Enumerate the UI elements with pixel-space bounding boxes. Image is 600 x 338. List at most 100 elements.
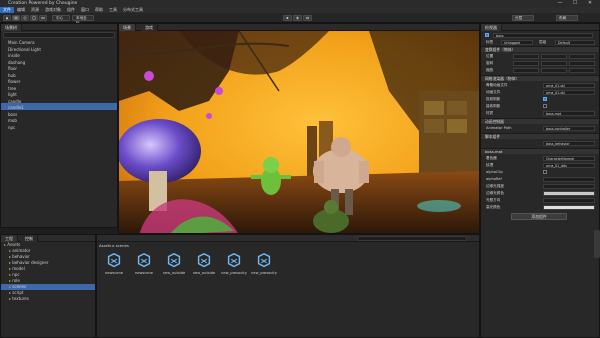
layers-dropdown[interactable]: 分层 — [512, 15, 534, 21]
project-tree-label: Assets — [7, 242, 21, 247]
asset-item[interactable]: new_outside — [190, 252, 218, 280]
object-active-checkbox[interactable] — [485, 33, 489, 37]
asset-item[interactable]: new_presocity — [220, 252, 248, 280]
close-button[interactable]: ✕ — [584, 0, 596, 7]
pause-button[interactable] — [293, 15, 302, 21]
hand-icon — [6, 16, 8, 20]
tab-project[interactable]: 工程 — [1, 235, 18, 242]
rim-color-row: 边缘光颜色 — [481, 190, 599, 196]
window-scrollbar[interactable] — [594, 230, 600, 258]
breadcrumb-scenes[interactable]: scenes — [116, 243, 129, 248]
minimize-button[interactable]: — — [554, 0, 566, 7]
texture-label: 纹理 — [486, 163, 494, 167]
tab-console[interactable]: 控制 — [21, 235, 38, 242]
asset-item[interactable]: new_presocity — [250, 252, 278, 280]
hierarchy-item[interactable]: npc — [8, 125, 15, 132]
anim-file-field[interactable]: orna_01.skl — [543, 89, 595, 95]
maximize-button[interactable]: ☐ — [569, 0, 581, 7]
position-y-field[interactable] — [541, 53, 567, 59]
asset-item[interactable]: new_outside — [160, 252, 188, 280]
scale-y-field[interactable] — [541, 67, 567, 73]
object-name-field[interactable]: boss — [493, 32, 593, 38]
asset-item[interactable]: newscene — [100, 252, 128, 280]
spec-color-swatch[interactable] — [543, 204, 595, 210]
alpha-clip-row: alphaClip — [481, 169, 599, 175]
hierarchy-search-input[interactable] — [3, 32, 115, 38]
animator-section-header[interactable]: 动画控制器 — [481, 118, 599, 124]
rotation-row: 旋转 — [481, 60, 599, 66]
animator-path-row: Animator Path boss.controller — [481, 125, 599, 131]
alpha-clip-checkbox[interactable] — [543, 170, 547, 174]
position-z-field[interactable] — [569, 53, 595, 59]
spec-color-row: 高光颜色 — [481, 204, 599, 210]
rotation-z-field[interactable] — [569, 60, 595, 66]
scene-viewport[interactable] — [119, 31, 479, 233]
tag-dropdown[interactable]: Untagged — [501, 39, 533, 45]
tab-game[interactable]: 游戏 — [141, 24, 158, 31]
layer-dropdown[interactable]: Default — [555, 39, 595, 45]
texture-row: 纹理 orna_01_dds — [481, 162, 599, 168]
shader-dropdown[interactable]: CharacterNormal — [543, 155, 595, 161]
step-button[interactable] — [303, 15, 312, 21]
project-tree-item[interactable]: ▸ textures — [9, 296, 29, 302]
project-tree-label: behavior designer — [12, 260, 49, 265]
project-panel: 工程 控制 ▸ Assets ▸ animator ▸ behavior ▸ beha… — [0, 234, 96, 338]
script-section-header[interactable]: 脚本组件 — [481, 133, 599, 139]
cast-shadow-label: 投射阴影 — [486, 97, 501, 101]
scale-tool-button[interactable] — [30, 15, 38, 21]
scene-file-icon — [167, 252, 181, 268]
rotate-tool-button[interactable] — [21, 15, 29, 21]
cast-shadow-checkbox[interactable] — [543, 97, 547, 101]
material-field[interactable]: boss.mat — [543, 110, 595, 116]
receive-shadow-row: 接收阴影 — [481, 103, 599, 109]
add-component-button[interactable]: 添加组件 — [511, 213, 567, 220]
light-dir-field[interactable] — [543, 197, 595, 203]
position-x-field[interactable] — [513, 53, 539, 59]
alpha-ref-label: alphaRef — [486, 177, 502, 181]
layout-dropdown[interactable]: 布局 — [556, 15, 578, 21]
pause-icon — [296, 16, 299, 20]
project-tree-label: npc — [12, 272, 20, 277]
hand-tool-button[interactable] — [3, 15, 11, 21]
scale-row: 缩放 — [481, 67, 599, 73]
breadcrumb-assets[interactable]: Assets — [99, 243, 111, 248]
animator-path-field[interactable]: boss.controller — [543, 125, 595, 131]
anim-file-label: 动画文件 — [486, 90, 501, 94]
asset-item[interactable]: newscene — [130, 252, 158, 280]
rim-power-field[interactable] — [543, 183, 595, 189]
project-tree-label: textures — [12, 296, 29, 301]
mesh-renderer-section-header[interactable]: 网格渲染器（物体） — [481, 75, 599, 81]
tab-inspector[interactable]: 检视器 — [481, 24, 502, 31]
mesh-file-field[interactable]: orna_01.skl — [543, 82, 595, 88]
local-toggle[interactable]: 本地坐标 — [72, 15, 94, 25]
scale-label: 缩放 — [486, 68, 494, 72]
rim-color-swatch[interactable] — [543, 190, 595, 196]
texture-field[interactable]: orna_01_dds — [543, 162, 595, 168]
mesh-file-label: 骨骼动画文件 — [486, 83, 508, 87]
material-row: 材质 boss.mat — [481, 110, 599, 116]
material-section-header[interactable]: boss.mat — [481, 148, 599, 154]
rotation-x-field[interactable] — [513, 60, 539, 66]
scene-panel: 场景 游戏 — [118, 23, 480, 234]
project-tree-label: animator — [12, 248, 31, 253]
pivot-toggle[interactable]: 中心 — [52, 15, 70, 21]
assets-search-input[interactable] — [357, 236, 467, 241]
breadcrumb: Assets ▸ scenes — [99, 243, 129, 249]
tab-hierarchy[interactable]: 场景树 — [1, 24, 22, 31]
play-button[interactable] — [283, 15, 292, 21]
script-field[interactable]: boss_behavior — [543, 140, 595, 146]
project-tree-label: behavior — [12, 254, 30, 259]
position-label: 位置 — [486, 54, 494, 58]
scale-z-field[interactable] — [569, 67, 595, 73]
move-tool-button[interactable] — [12, 15, 20, 21]
transform-section-header[interactable]: 变换组件（物体） — [481, 46, 599, 52]
play-icon — [286, 16, 289, 20]
scale-x-field[interactable] — [513, 67, 539, 73]
tab-scene[interactable]: 场景 — [119, 24, 136, 31]
rect-tool-button[interactable] — [39, 15, 47, 21]
receive-shadow-checkbox[interactable] — [543, 104, 547, 108]
material-label: 材质 — [486, 111, 494, 115]
rotation-y-field[interactable] — [541, 60, 567, 66]
toolbar: 中心 本地坐标 分层 布局 — [0, 13, 600, 25]
alpha-ref-field[interactable] — [543, 176, 595, 182]
